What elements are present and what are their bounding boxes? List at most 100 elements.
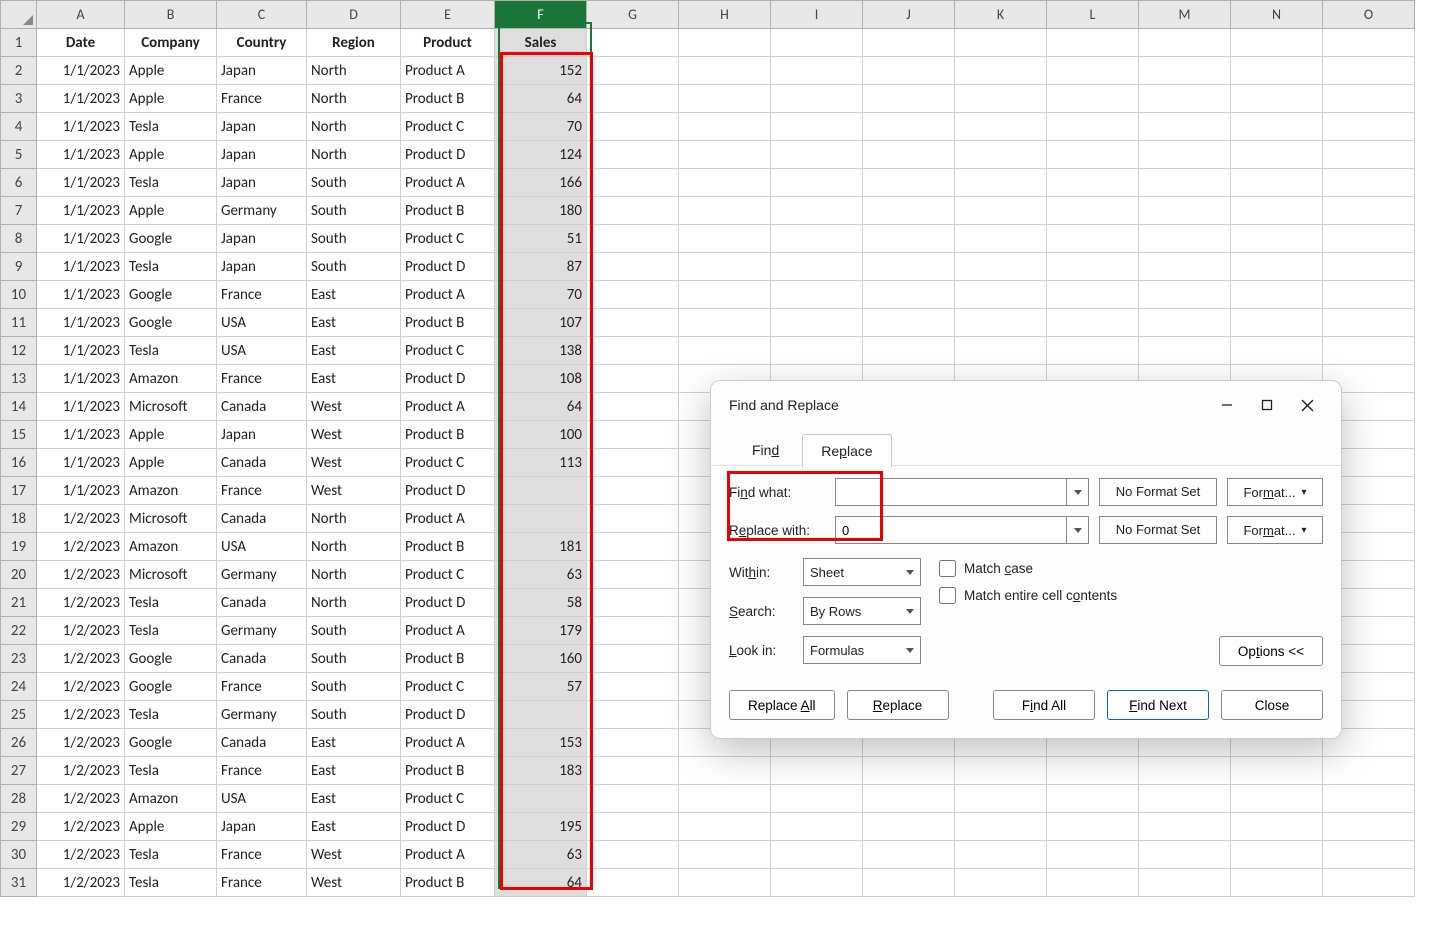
cell-N12[interactable]: [1231, 337, 1323, 365]
cell-D7[interactable]: South: [307, 197, 401, 225]
cell-B30[interactable]: Tesla: [125, 841, 217, 869]
replace-all-button[interactable]: Replace All: [729, 690, 835, 720]
cell-E20[interactable]: Product C: [401, 561, 495, 589]
cell-G16[interactable]: [587, 449, 679, 477]
cell-E25[interactable]: Product D: [401, 701, 495, 729]
cell-J31[interactable]: [863, 869, 955, 897]
cell-F28[interactable]: [495, 785, 587, 813]
cell-O11[interactable]: [1323, 309, 1415, 337]
tab-replace[interactable]: Replace: [802, 434, 891, 467]
cell-O30[interactable]: [1323, 841, 1415, 869]
row-header-13[interactable]: 13: [1, 365, 37, 393]
cell-B9[interactable]: Tesla: [125, 253, 217, 281]
cell-L2[interactable]: [1047, 57, 1139, 85]
cell-F10[interactable]: 70: [495, 281, 587, 309]
cell-K9[interactable]: [955, 253, 1047, 281]
dialog-titlebar[interactable]: Find and Replace: [711, 381, 1341, 425]
cell-M5[interactable]: [1139, 141, 1231, 169]
find-what-dropdown[interactable]: [1067, 478, 1089, 506]
cell-E27[interactable]: Product B: [401, 757, 495, 785]
cell-A26[interactable]: 1/2/2023: [37, 729, 125, 757]
row-header-4[interactable]: 4: [1, 113, 37, 141]
cell-M8[interactable]: [1139, 225, 1231, 253]
row-header-12[interactable]: 12: [1, 337, 37, 365]
cell-D8[interactable]: South: [307, 225, 401, 253]
cell-N29[interactable]: [1231, 813, 1323, 841]
cell-F31[interactable]: 64: [495, 869, 587, 897]
cell-C5[interactable]: Japan: [217, 141, 307, 169]
cell-H4[interactable]: [679, 113, 771, 141]
cell-B15[interactable]: Apple: [125, 421, 217, 449]
cell-N9[interactable]: [1231, 253, 1323, 281]
row-header-9[interactable]: 9: [1, 253, 37, 281]
cell-O31[interactable]: [1323, 869, 1415, 897]
cell-E12[interactable]: Product C: [401, 337, 495, 365]
cell-M27[interactable]: [1139, 757, 1231, 785]
cell-F12[interactable]: 138: [495, 337, 587, 365]
cell-E26[interactable]: Product A: [401, 729, 495, 757]
cell-L1[interactable]: [1047, 29, 1139, 57]
cell-E2[interactable]: Product A: [401, 57, 495, 85]
row-header-22[interactable]: 22: [1, 617, 37, 645]
cell-O5[interactable]: [1323, 141, 1415, 169]
cell-F26[interactable]: 153: [495, 729, 587, 757]
column-header-m[interactable]: M: [1139, 1, 1231, 29]
cell-A11[interactable]: 1/1/2023: [37, 309, 125, 337]
cell-O7[interactable]: [1323, 197, 1415, 225]
cell-G12[interactable]: [587, 337, 679, 365]
row-header-7[interactable]: 7: [1, 197, 37, 225]
cell-D13[interactable]: East: [307, 365, 401, 393]
cell-G6[interactable]: [587, 169, 679, 197]
cell-N5[interactable]: [1231, 141, 1323, 169]
cell-D23[interactable]: South: [307, 645, 401, 673]
cell-H30[interactable]: [679, 841, 771, 869]
cell-G14[interactable]: [587, 393, 679, 421]
cell-F23[interactable]: 160: [495, 645, 587, 673]
cell-I29[interactable]: [771, 813, 863, 841]
cell-C19[interactable]: USA: [217, 533, 307, 561]
cell-N7[interactable]: [1231, 197, 1323, 225]
cell-A6[interactable]: 1/1/2023: [37, 169, 125, 197]
cell-H7[interactable]: [679, 197, 771, 225]
cell-B23[interactable]: Google: [125, 645, 217, 673]
cell-C29[interactable]: Japan: [217, 813, 307, 841]
cell-D11[interactable]: East: [307, 309, 401, 337]
cell-M31[interactable]: [1139, 869, 1231, 897]
cell-D24[interactable]: South: [307, 673, 401, 701]
cell-N8[interactable]: [1231, 225, 1323, 253]
match-case-checkbox[interactable]: Match case: [939, 560, 1117, 577]
cell-C27[interactable]: France: [217, 757, 307, 785]
cell-K31[interactable]: [955, 869, 1047, 897]
cell-B27[interactable]: Tesla: [125, 757, 217, 785]
cell-K10[interactable]: [955, 281, 1047, 309]
cell-F4[interactable]: 70: [495, 113, 587, 141]
cell-F16[interactable]: 113: [495, 449, 587, 477]
cell-G7[interactable]: [587, 197, 679, 225]
cell-L7[interactable]: [1047, 197, 1139, 225]
cell-H10[interactable]: [679, 281, 771, 309]
cell-I12[interactable]: [771, 337, 863, 365]
cell-A5[interactable]: 1/1/2023: [37, 141, 125, 169]
cell-M2[interactable]: [1139, 57, 1231, 85]
row-header-6[interactable]: 6: [1, 169, 37, 197]
cell-J12[interactable]: [863, 337, 955, 365]
cell-K11[interactable]: [955, 309, 1047, 337]
cell-L9[interactable]: [1047, 253, 1139, 281]
cell-F7[interactable]: 180: [495, 197, 587, 225]
cell-J10[interactable]: [863, 281, 955, 309]
cell-A27[interactable]: 1/2/2023: [37, 757, 125, 785]
cell-A16[interactable]: 1/1/2023: [37, 449, 125, 477]
cell-H1[interactable]: [679, 29, 771, 57]
cell-C13[interactable]: France: [217, 365, 307, 393]
cell-E7[interactable]: Product B: [401, 197, 495, 225]
cell-B14[interactable]: Microsoft: [125, 393, 217, 421]
row-header-17[interactable]: 17: [1, 477, 37, 505]
cell-B19[interactable]: Amazon: [125, 533, 217, 561]
cell-F20[interactable]: 63: [495, 561, 587, 589]
column-header-e[interactable]: E: [401, 1, 495, 29]
cell-B1[interactable]: Company: [125, 29, 217, 57]
column-header-k[interactable]: K: [955, 1, 1047, 29]
cell-B26[interactable]: Google: [125, 729, 217, 757]
cell-B2[interactable]: Apple: [125, 57, 217, 85]
cell-D19[interactable]: North: [307, 533, 401, 561]
